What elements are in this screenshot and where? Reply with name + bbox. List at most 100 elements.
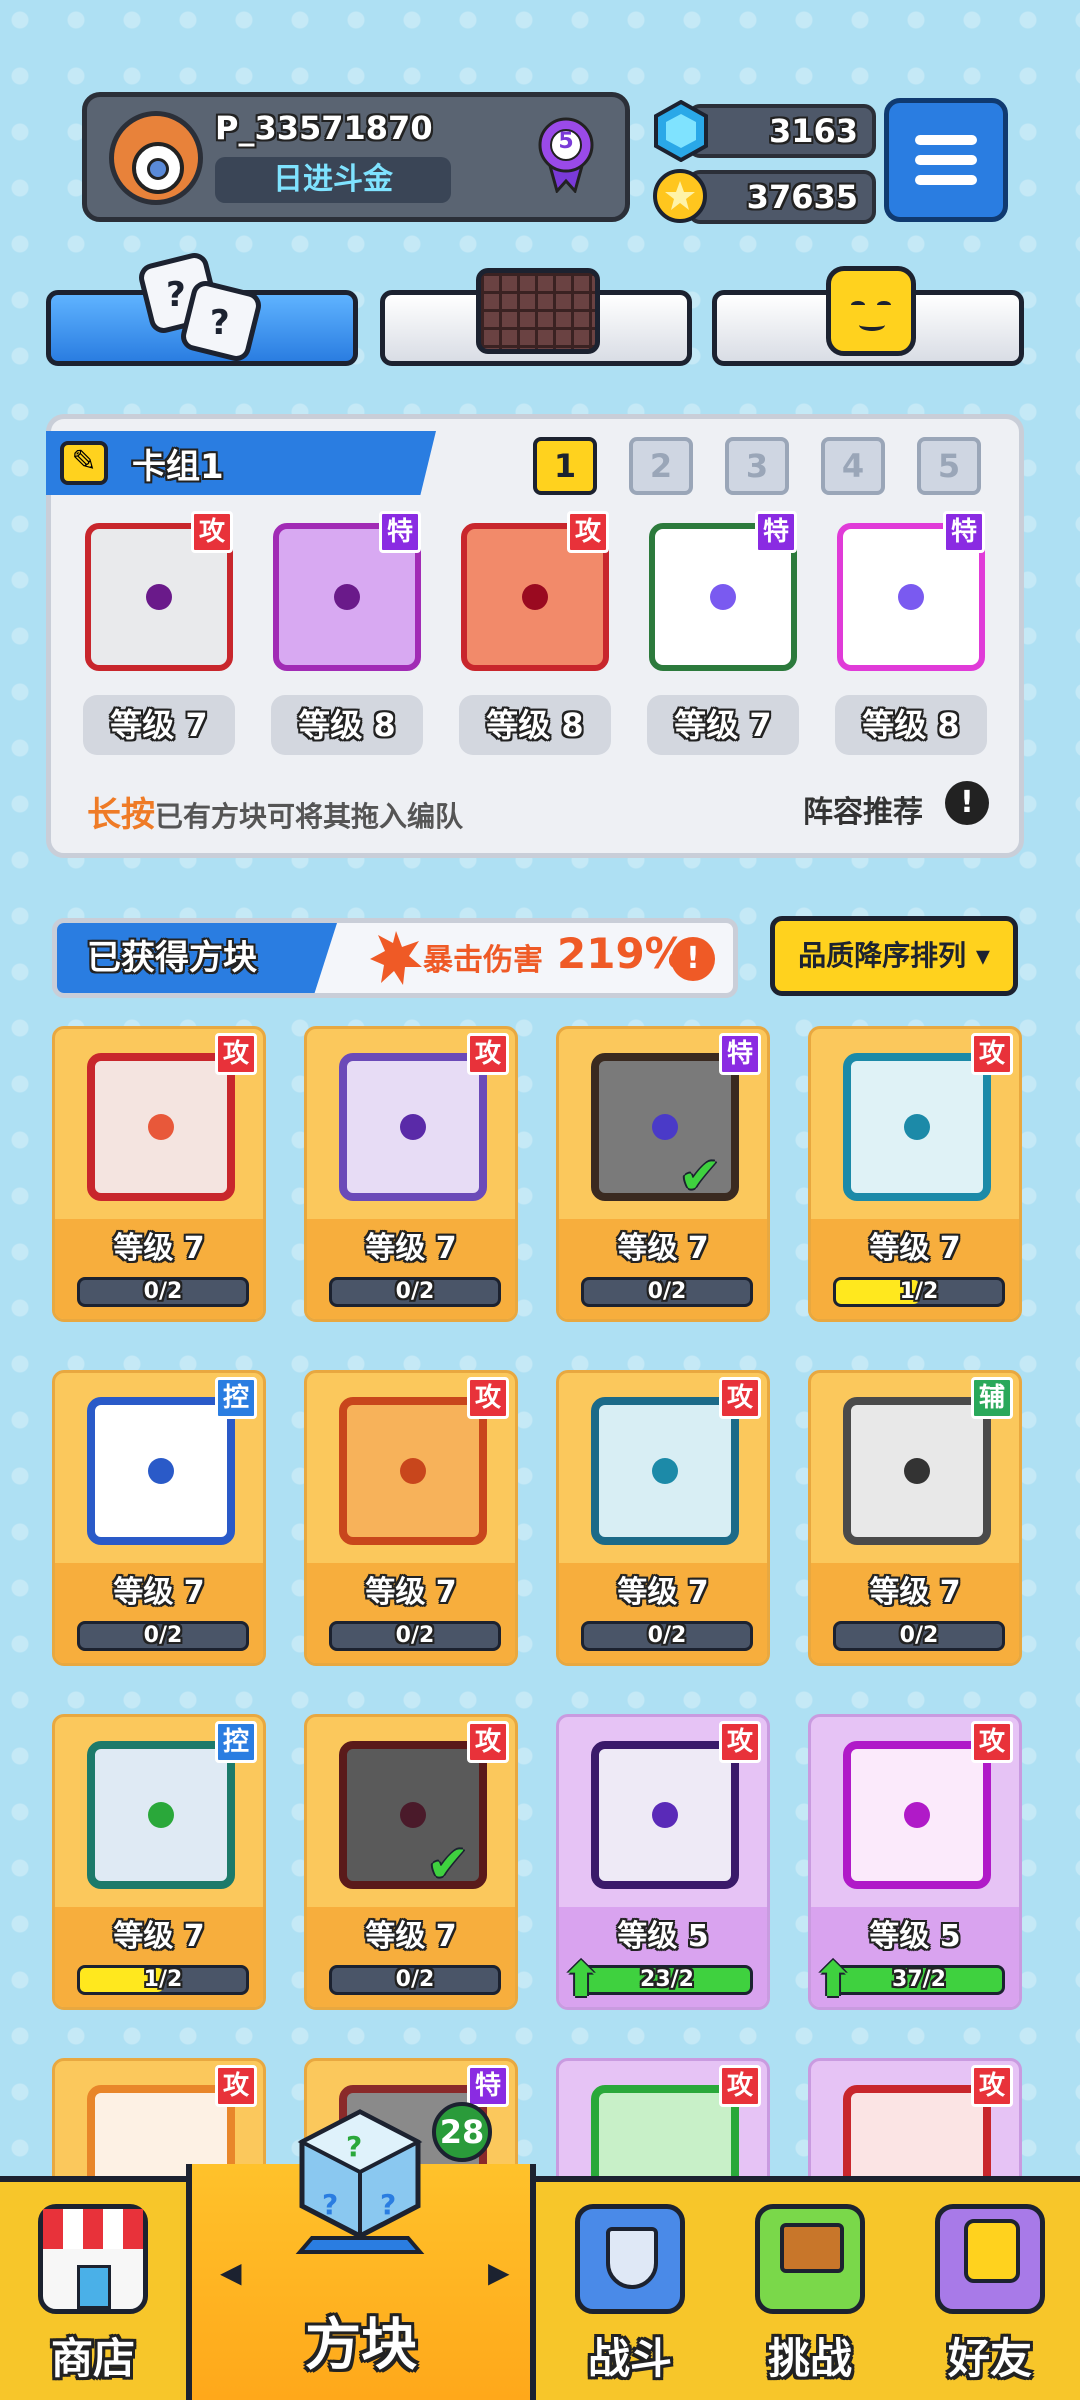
block-core-icon bbox=[904, 1114, 930, 1140]
dice-icon: ? ? bbox=[136, 248, 266, 368]
block-core-icon bbox=[898, 584, 924, 610]
block-level: 等级 7 bbox=[113, 1575, 205, 1610]
block-level: 等级 7 bbox=[365, 1231, 457, 1266]
block-icon bbox=[843, 1741, 991, 1889]
svg-text:?: ? bbox=[346, 2130, 362, 2163]
sort-quality-desc-button[interactable]: 品质降序排列 ▾ bbox=[770, 916, 1018, 996]
obtained-block-card[interactable]: 攻等级 7 0/2 bbox=[304, 1370, 518, 1666]
upgrade-arrow-icon[interactable]: ⬆ bbox=[813, 1955, 859, 2005]
deck-slot-5[interactable]: 5 bbox=[917, 437, 981, 495]
deck-panel: ✎ 卡组1 1 2 3 4 5 攻 等级 7 特 等级 8 攻 等级 8 特 等… bbox=[46, 414, 1024, 858]
deck-card-type-tag: 攻 bbox=[567, 511, 609, 553]
obtained-block-card[interactable]: 攻等级 7 0/2 bbox=[52, 1026, 266, 1322]
nav-next-arrow[interactable]: ▶ bbox=[488, 2256, 510, 2289]
deck-card-level: 等级 8 bbox=[835, 695, 987, 755]
block-core-icon bbox=[400, 1802, 426, 1828]
obtained-block-card[interactable]: 攻等级 5 23/2 ⬆ bbox=[556, 1714, 770, 2010]
new-blocks-badge: 28 bbox=[432, 2102, 492, 2162]
deck-slot-2[interactable]: 2 bbox=[629, 437, 693, 495]
obtained-block-card[interactable]: 攻等级 7 0/2 bbox=[556, 1370, 770, 1666]
deck-card-type-tag: 特 bbox=[755, 511, 797, 553]
block-level: 等级 7 bbox=[113, 1231, 205, 1266]
bottom-nav: 商店 战斗 挑战 好友 bbox=[0, 2176, 1080, 2400]
nav-battle[interactable]: 战斗 bbox=[540, 2182, 720, 2400]
recommend-info-icon[interactable]: ! bbox=[945, 781, 989, 825]
coin-icon bbox=[653, 169, 707, 223]
nav-friends[interactable]: 好友 bbox=[900, 2182, 1080, 2400]
svg-text:?: ? bbox=[380, 2188, 396, 2221]
block-icon bbox=[843, 1397, 991, 1545]
lineup-recommend-button[interactable]: 阵容推荐 bbox=[803, 787, 923, 831]
block-core-icon bbox=[334, 584, 360, 610]
block-core-icon bbox=[400, 1458, 426, 1484]
block-progress-text: 0/2 bbox=[647, 1279, 687, 1304]
coin-amount: 37635 bbox=[688, 170, 876, 224]
player-profile-panel[interactable]: P_33571870 日进斗金 5 bbox=[82, 92, 630, 222]
block-core-icon bbox=[146, 584, 172, 610]
block-core-icon bbox=[710, 584, 736, 610]
smiley-block-icon bbox=[826, 266, 916, 356]
deck-slot-3[interactable]: 3 bbox=[725, 437, 789, 495]
board-icon bbox=[476, 268, 600, 354]
deck-card-type-tag: 特 bbox=[379, 511, 421, 553]
block-type-tag: 特 bbox=[719, 1033, 761, 1075]
block-level: 等级 7 bbox=[617, 1575, 709, 1610]
obtained-block-card[interactable]: 辅等级 7 0/2 bbox=[808, 1370, 1022, 1666]
svg-text:?: ? bbox=[210, 303, 230, 343]
deck-card-level: 等级 7 bbox=[647, 695, 799, 755]
obtained-block-card[interactable]: 特 ✔ 等级 7 0/2 bbox=[556, 1026, 770, 1322]
obtained-block-card[interactable]: 攻 ✔ 等级 7 0/2 bbox=[304, 1714, 518, 2010]
block-progress-bar: 0/2 bbox=[581, 1277, 753, 1307]
upgrade-arrow-icon[interactable]: ⬆ bbox=[561, 1955, 607, 2005]
gem-icon bbox=[654, 100, 708, 162]
block-progress-bar: 0/2 bbox=[329, 1621, 501, 1651]
edit-pencil-icon[interactable]: ✎ bbox=[60, 441, 108, 485]
nav-friends-label: 好友 bbox=[947, 2334, 1032, 2383]
block-level: 等级 5 bbox=[869, 1919, 961, 1954]
nav-blocks-label: 方块 bbox=[305, 2313, 417, 2378]
drag-hint-rest: 已有方块可将其拖入编队 bbox=[155, 800, 464, 833]
nav-shop-label: 商店 bbox=[50, 2334, 135, 2383]
drag-hint-text: 长按已有方块可将其拖入编队 bbox=[87, 787, 463, 836]
block-type-tag: 控 bbox=[215, 1377, 257, 1419]
crit-info-icon[interactable]: ! bbox=[671, 937, 715, 981]
block-level: 等级 7 bbox=[869, 1575, 961, 1610]
deck-slot-4[interactable]: 4 bbox=[821, 437, 885, 495]
block-level: 等级 5 bbox=[617, 1919, 709, 1954]
block-type-tag: 辅 bbox=[971, 1377, 1013, 1419]
nav-blocks-active[interactable]: ? ? ? 28 ◀ ▶ 方块 bbox=[186, 2102, 536, 2400]
svg-text:?: ? bbox=[166, 275, 186, 315]
block-level: 等级 7 bbox=[365, 1919, 457, 1954]
block-progress-text: 0/2 bbox=[899, 1623, 939, 1648]
deck-slot-1[interactable]: 1 bbox=[533, 437, 597, 495]
obtained-block-card[interactable]: 攻等级 7 1/2 bbox=[808, 1026, 1022, 1322]
main-menu-button[interactable] bbox=[884, 98, 1008, 222]
nav-challenge[interactable]: 挑战 bbox=[720, 2182, 900, 2400]
equipped-check-icon: ✔ bbox=[427, 1835, 469, 1893]
block-progress-text: 0/2 bbox=[395, 1623, 435, 1648]
obtained-block-card[interactable]: 攻等级 5 37/2 ⬆ bbox=[808, 1714, 1022, 2010]
deck-title: 卡组1 bbox=[132, 447, 224, 487]
obtained-header: 已获得方块 暴击伤害 219% ! bbox=[52, 918, 738, 998]
block-type-tag: 攻 bbox=[971, 1721, 1013, 1763]
nav-prev-arrow[interactable]: ◀ bbox=[220, 2256, 242, 2289]
block-icon bbox=[339, 1053, 487, 1201]
block-progress-bar: 0/2 bbox=[329, 1277, 501, 1307]
obtained-block-card[interactable]: 控等级 7 0/2 bbox=[52, 1370, 266, 1666]
drag-hint-emphasis: 长按 bbox=[87, 795, 155, 835]
block-progress-text: 37/2 bbox=[892, 1967, 946, 1992]
block-core-icon bbox=[652, 1458, 678, 1484]
crit-damage-value: 219% bbox=[557, 929, 687, 978]
block-core-icon bbox=[652, 1114, 678, 1140]
nav-shop[interactable]: 商店 bbox=[0, 2182, 186, 2400]
block-type-tag: 攻 bbox=[215, 2065, 257, 2107]
obtained-block-card[interactable]: 攻等级 7 0/2 bbox=[304, 1026, 518, 1322]
rank-medal-icon[interactable]: 5 bbox=[537, 115, 595, 195]
obtained-block-card[interactable]: 控等级 7 1/2 bbox=[52, 1714, 266, 2010]
block-core-icon bbox=[652, 1802, 678, 1828]
crit-burst-icon bbox=[370, 931, 422, 985]
block-type-tag: 特 bbox=[467, 2065, 509, 2107]
block-progress-text: 0/2 bbox=[395, 1279, 435, 1304]
rank-level: 5 bbox=[558, 129, 574, 154]
player-avatar[interactable] bbox=[109, 111, 203, 205]
